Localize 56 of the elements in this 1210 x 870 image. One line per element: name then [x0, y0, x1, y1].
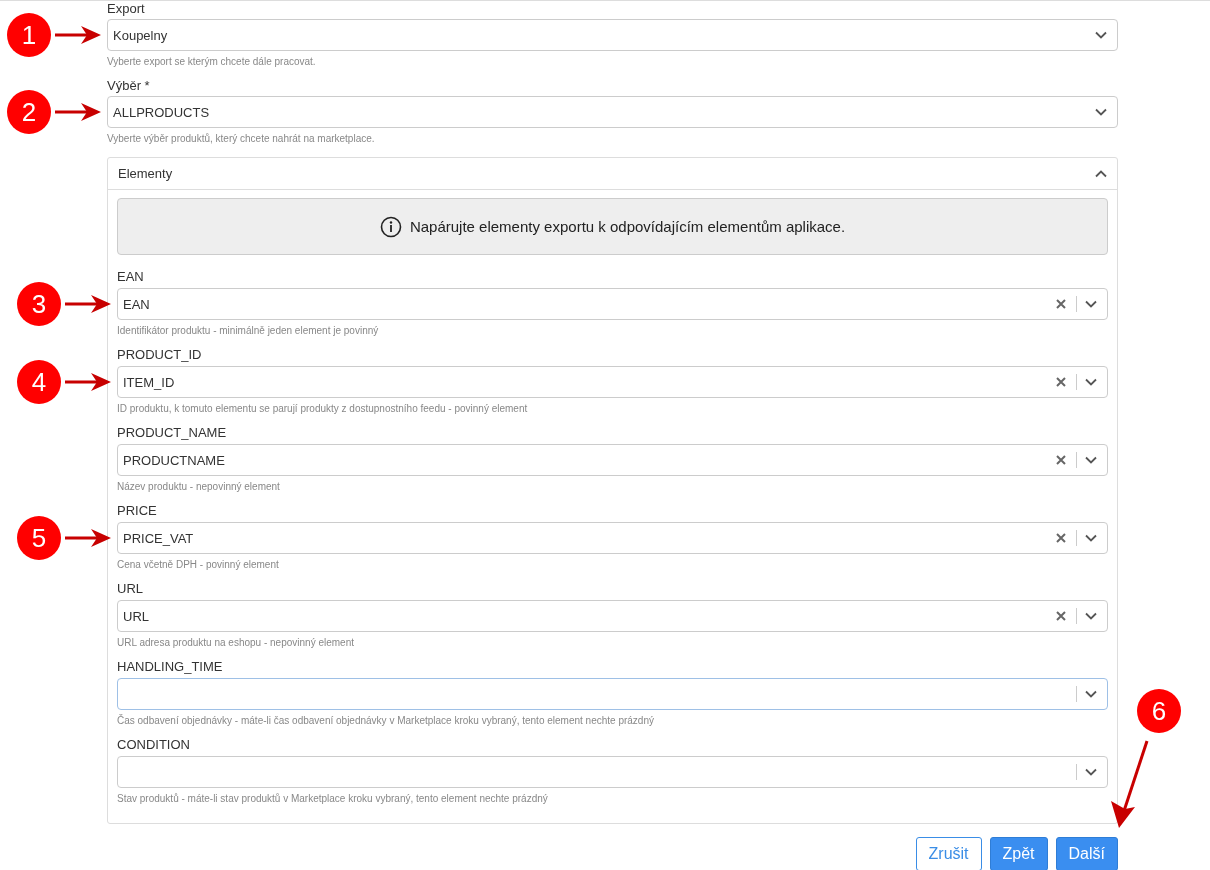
clear-icon[interactable]: [1056, 299, 1066, 309]
field-label: Výběr *: [107, 78, 151, 93]
chevron-down-icon[interactable]: [1085, 456, 1097, 464]
clear-icon[interactable]: [1056, 611, 1066, 621]
select-field[interactable]: PRODUCTNAME: [117, 444, 1108, 476]
select-field[interactable]: [117, 756, 1108, 788]
panel-header[interactable]: Elementy: [108, 158, 1117, 190]
clear-icon[interactable]: [1056, 377, 1066, 387]
select-field[interactable]: ITEM_ID: [117, 366, 1108, 398]
field-hint: Cena včetně DPH - povinný element: [117, 559, 280, 571]
number-badge: 5: [17, 516, 61, 560]
select-field[interactable]: Koupelny: [107, 19, 1118, 51]
chevron-down-icon[interactable]: [1085, 612, 1097, 620]
number-badge: 4: [17, 360, 61, 404]
field-hint: Identifikátor produktu - minimálně jeden element je povinný: [117, 325, 380, 337]
info-icon: [379, 215, 402, 238]
field-label: PRODUCT_NAME: [117, 425, 228, 440]
field-hint: Čas odbavení objednávky - máte-li čas odbavení objednávky v Marketplace kroku vybraný, tento element nechte prázdný: [117, 715, 655, 727]
field-hint: ID produktu, k tomuto elementu se parují produkty z dostupnostního feedu - povinný element: [117, 403, 529, 415]
arrow-icon: [55, 25, 101, 45]
number-badge: 6: [1137, 689, 1181, 733]
chevron-down-icon[interactable]: [1095, 108, 1107, 116]
field-hint: Vyberte výběr produktů, který chcete nahrát na marketplace.: [107, 133, 376, 145]
select-field[interactable]: ALLPRODUCTS: [107, 96, 1118, 128]
chevron-up-icon[interactable]: [1095, 169, 1107, 178]
field-label: PRODUCT_ID: [117, 347, 203, 362]
select-field[interactable]: PRICE_VAT: [117, 522, 1108, 554]
chevron-down-icon[interactable]: [1095, 31, 1107, 39]
number-badge: 2: [7, 90, 51, 134]
chevron-down-icon[interactable]: [1085, 534, 1097, 542]
arrow-icon: [65, 294, 111, 314]
field-hint: Název produktu - nepovinný element: [117, 481, 281, 493]
select-field[interactable]: EAN: [117, 288, 1108, 320]
select-field[interactable]: [117, 678, 1108, 710]
number-badge: 3: [17, 282, 61, 326]
field-hint: Vyberte export se kterým chcete dále pracovat.: [107, 56, 317, 68]
field-label: EAN: [117, 269, 145, 284]
clear-icon[interactable]: [1056, 533, 1066, 543]
field-label: URL: [117, 581, 144, 596]
number-badge: 1: [7, 13, 51, 57]
field-hint: URL adresa produktu na eshopu - nepovinný element: [117, 637, 355, 649]
chevron-down-icon[interactable]: [1085, 768, 1097, 776]
field-hint: Stav produktů - máte-li stav produktů v Marketplace kroku vybraný, tento element nechte prázdný: [117, 793, 549, 805]
chevron-down-icon[interactable]: [1085, 300, 1097, 308]
field-label: HANDLING_TIME: [117, 659, 224, 674]
arrow-icon: [65, 372, 111, 392]
info-text: Napárujte elementy exportu k odpovídajícím elementům aplikace.: [409, 218, 846, 235]
field-label: Export: [107, 1, 146, 16]
field-label: CONDITION: [117, 737, 191, 752]
field-label: PRICE: [117, 503, 158, 518]
arrow-icon: [55, 102, 101, 122]
chevron-down-icon[interactable]: [1085, 690, 1097, 698]
arrow-icon: [65, 528, 111, 548]
chevron-down-icon[interactable]: [1085, 378, 1097, 386]
clear-icon[interactable]: [1056, 455, 1066, 465]
select-field[interactable]: URL: [117, 600, 1108, 632]
